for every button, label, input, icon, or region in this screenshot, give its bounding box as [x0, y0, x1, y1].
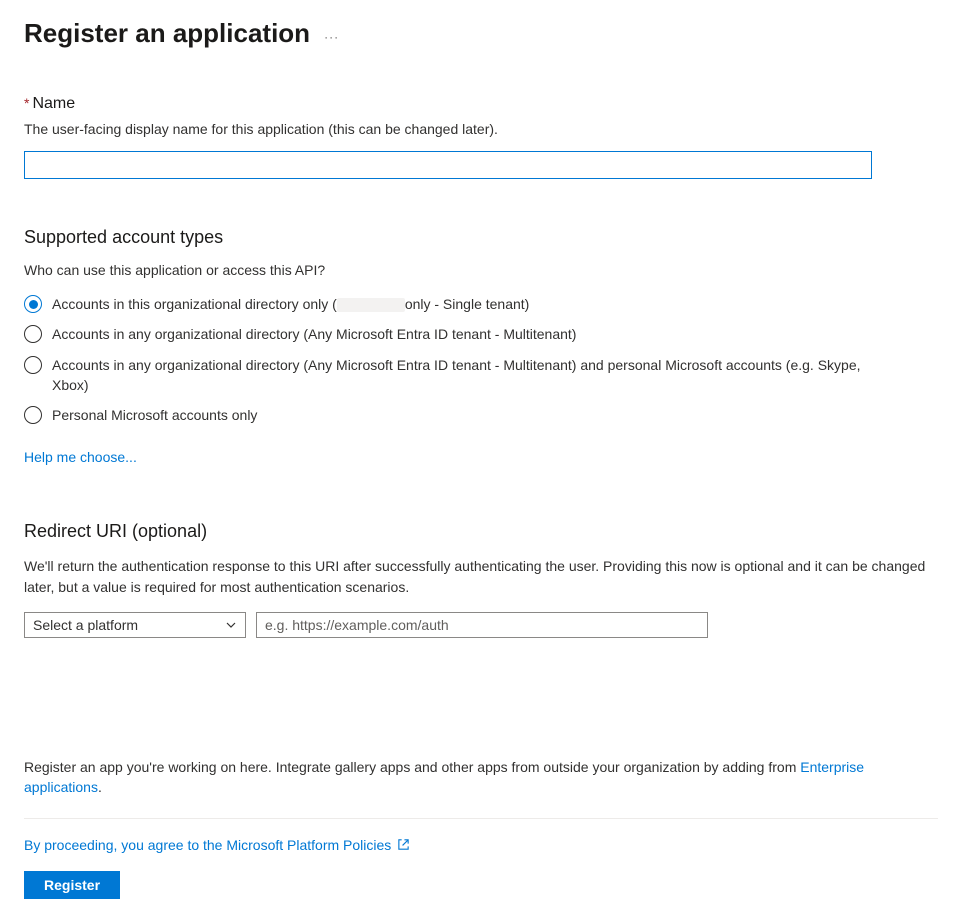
external-link-icon [397, 838, 410, 851]
radio-circle-icon [24, 356, 42, 374]
radio-label: Personal Microsoft accounts only [52, 405, 257, 425]
redirect-uri-row: Select a platform [24, 612, 938, 638]
radio-personal-only[interactable]: Personal Microsoft accounts only [24, 405, 938, 425]
name-label-text: Name [32, 95, 75, 113]
account-types-radio-group: Accounts in this organizational director… [24, 294, 938, 425]
platform-policies-link[interactable]: By proceeding, you agree to the Microsof… [24, 837, 410, 853]
help-me-choose-link[interactable]: Help me choose... [24, 449, 137, 465]
radio-circle-icon [24, 295, 42, 313]
radio-label: Accounts in any organizational directory… [52, 355, 872, 396]
name-label: * Name [24, 95, 938, 113]
divider [24, 818, 938, 819]
redirect-uri-heading: Redirect URI (optional) [24, 521, 938, 542]
radio-single-tenant[interactable]: Accounts in this organizational director… [24, 294, 938, 314]
platform-select[interactable]: Select a platform [24, 612, 246, 638]
footer-text: Register an app you're working on here. … [24, 758, 938, 797]
account-types-question: Who can use this application or access t… [24, 262, 938, 278]
redirect-uri-input[interactable] [256, 612, 708, 638]
chevron-down-icon [225, 619, 237, 631]
radio-label: Accounts in any organizational directory… [52, 324, 576, 344]
page-title: Register an application [24, 18, 310, 49]
name-description: The user-facing display name for this ap… [24, 121, 938, 137]
policies-link-text: By proceeding, you agree to the Microsof… [24, 837, 391, 853]
required-asterisk: * [24, 95, 29, 111]
radio-label: Accounts in this organizational director… [52, 294, 529, 314]
radio-circle-icon [24, 325, 42, 343]
redirect-uri-description: We'll return the authentication response… [24, 556, 938, 598]
radio-multitenant-personal[interactable]: Accounts in any organizational directory… [24, 355, 938, 396]
more-icon[interactable]: ··· [324, 25, 339, 43]
radio-multitenant[interactable]: Accounts in any organizational directory… [24, 324, 938, 344]
name-input[interactable] [24, 151, 872, 179]
register-button[interactable]: Register [24, 871, 120, 899]
platform-select-value: Select a platform [33, 617, 138, 633]
redacted-tenant-name [337, 298, 405, 312]
radio-circle-icon [24, 406, 42, 424]
account-types-heading: Supported account types [24, 227, 938, 248]
